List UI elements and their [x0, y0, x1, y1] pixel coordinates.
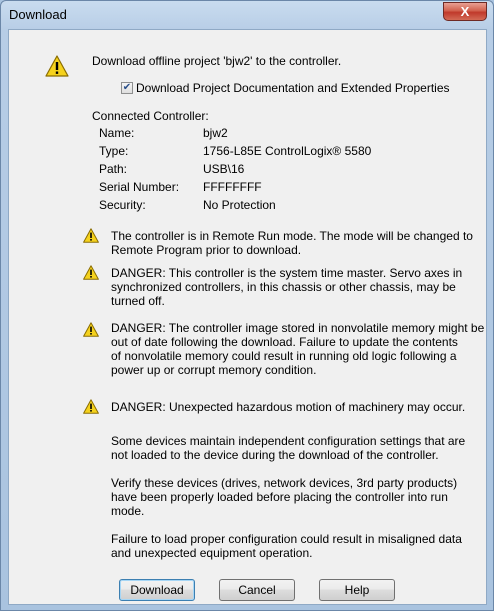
controller-serial-value: FFFFFFFF — [203, 180, 262, 194]
dialog-body: Download offline project 'bjw2' to the c… — [8, 29, 487, 605]
controller-row-label: Path: — [99, 162, 128, 176]
warning-remote-run: The controller is in Remote Run mode. Th… — [111, 229, 473, 257]
controller-row-label: Serial Number: — [99, 180, 180, 194]
download-documentation-label[interactable]: Download Project Documentation and Exten… — [136, 81, 450, 95]
controller-name-value: bjw2 — [203, 126, 228, 140]
download-message: Download offline project 'bjw2' to the c… — [92, 54, 342, 68]
controller-row-label: Name: — [99, 126, 135, 140]
download-documentation-checkbox[interactable]: ✔ — [121, 82, 133, 94]
download-button[interactable]: Download — [119, 579, 195, 601]
help-button[interactable]: Help — [319, 579, 395, 601]
warning-time-master: DANGER: This controller is the system ti… — [111, 266, 463, 308]
warning-triangle-icon — [45, 55, 69, 77]
warning-hazardous-motion: DANGER: Unexpected hazardous motion of m… — [111, 400, 466, 414]
warning-triangle-icon — [83, 322, 99, 337]
note-verify-devices: Verify these devices (drives, network de… — [111, 476, 458, 518]
window-title: Download — [9, 7, 67, 22]
warning-triangle-icon — [83, 265, 99, 280]
controller-row-label: Security: — [99, 198, 146, 212]
connected-controller-heading: Connected Controller: — [92, 109, 209, 123]
close-icon: X — [460, 4, 470, 19]
note-failure-config: Failure to load proper configuration cou… — [111, 532, 462, 560]
warning-triangle-icon — [83, 399, 99, 414]
controller-type-value: 1756-L85E ControlLogix® 5580 — [203, 144, 372, 158]
close-button[interactable]: X — [443, 2, 487, 21]
download-dialog: Download X Download offline project 'bjw… — [0, 0, 494, 611]
check-icon: ✔ — [122, 82, 132, 93]
title-bar[interactable]: Download X — [1, 1, 493, 29]
warning-nonvolatile-memory: DANGER: The controller image stored in n… — [111, 321, 485, 377]
cancel-button[interactable]: Cancel — [219, 579, 295, 601]
controller-path-value: USB\16 — [203, 162, 245, 176]
warning-triangle-icon — [83, 228, 99, 243]
controller-security-value: No Protection — [203, 198, 276, 212]
controller-row-label: Type: — [99, 144, 129, 158]
note-independent-config: Some devices maintain independent config… — [111, 434, 466, 462]
